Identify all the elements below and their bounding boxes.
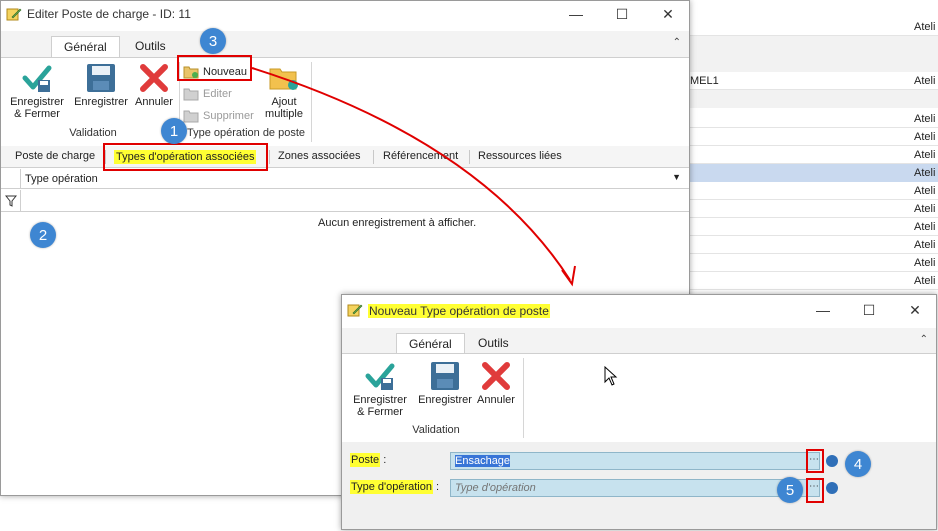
highlight-box-type-browse [806,478,824,503]
collapse-ribbon-icon[interactable]: ⌃ [920,334,928,345]
save-button[interactable]: Enregistrer [414,360,476,406]
cancel-label: Annuler [477,394,515,406]
highlight-box-poste-browse [806,449,824,473]
mouse-cursor-icon [604,366,618,386]
new-op-type-dialog: Nouveau Type opération de poste — ☐ ✕ Gé… [341,294,937,530]
cancel-x-icon [482,362,510,390]
dialog-ribbon: Enregistrer & Fermer Enregistrer Annuler … [342,353,936,439]
group-separator [523,358,524,438]
save-close-icon [365,363,395,390]
annotation-badge-1: 1 [161,118,187,144]
annotation-badge-5: 5 [777,477,803,503]
dialog-title: Nouveau Type opération de poste [368,304,550,318]
tab-outils[interactable]: Outils [466,333,521,355]
annotation-badge-2: 2 [30,222,56,248]
save-close-button[interactable]: Enregistrer & Fermer [348,360,412,418]
annotation-badge-4: 4 [845,451,871,477]
poste-field[interactable]: Ensachage [450,452,820,470]
dialog-ribbon-tabs: Général Outils ⌃ [342,328,936,355]
type-operation-label: Type d'opération : [350,480,440,494]
tab-general[interactable]: Général [396,333,465,355]
type-operation-field[interactable] [450,479,820,497]
save-close-label: Enregistrer & Fermer [353,394,407,418]
floppy-icon [431,362,459,390]
dialog-titlebar: Nouveau Type opération de poste — ☐ ✕ [342,295,936,325]
group-validation-label: Validation [412,424,460,436]
cancel-button[interactable]: Annuler [474,360,518,406]
poste-label: Poste : [350,453,387,467]
save-label: Enregistrer [418,394,472,406]
maximize-button[interactable]: ☐ [846,295,892,325]
edit-icon [347,304,363,317]
poste-value: Ensachage [455,455,511,467]
close-button[interactable]: ✕ [892,295,938,325]
minimize-button[interactable]: — [800,295,846,325]
annotation-badge-3: 3 [200,28,226,54]
type-operation-clear-icon[interactable] [826,482,838,494]
poste-clear-icon[interactable] [826,455,838,467]
